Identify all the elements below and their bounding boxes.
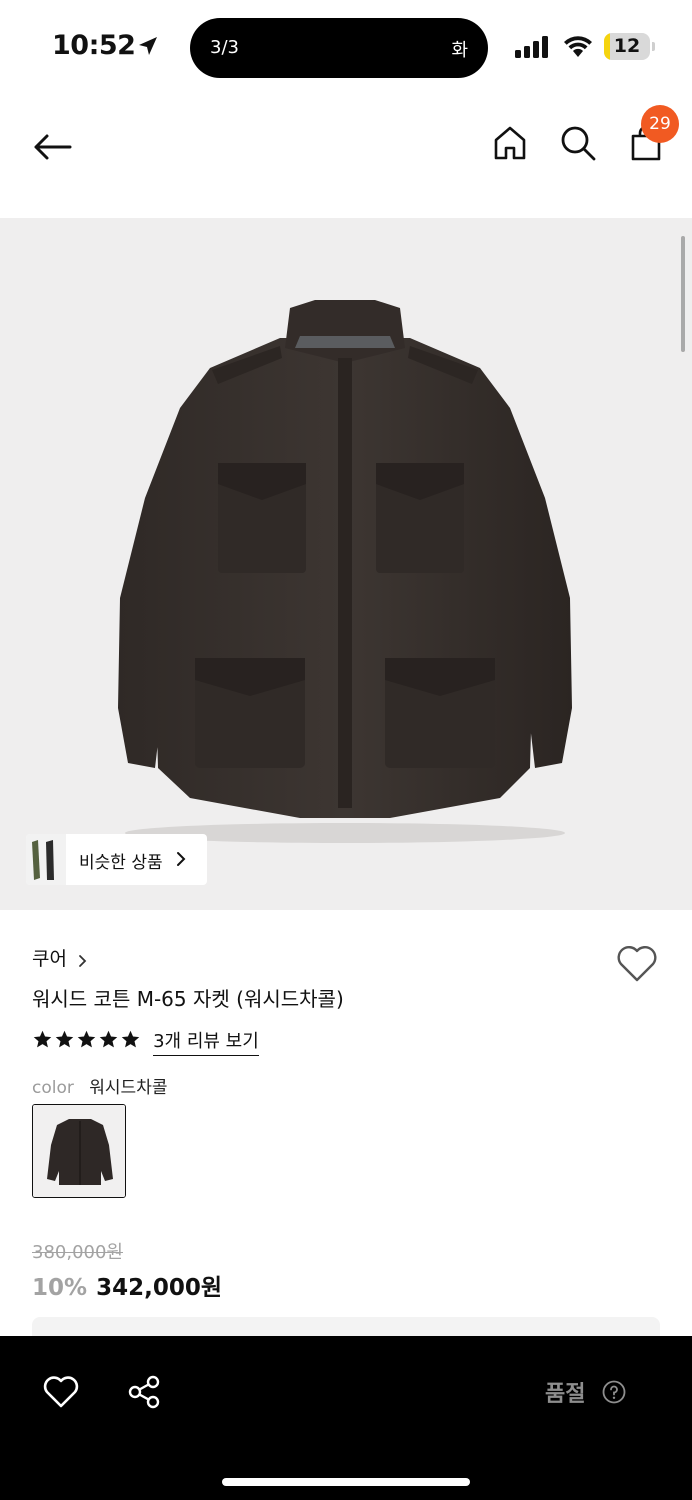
search-icon[interactable] <box>558 123 598 163</box>
wishlist-heart-icon[interactable] <box>614 940 660 986</box>
star-icon <box>99 1030 118 1048</box>
star-icon <box>77 1030 96 1048</box>
similar-products-thumbnail <box>26 834 66 885</box>
star-rating <box>32 1029 142 1054</box>
share-icon[interactable] <box>126 1374 162 1410</box>
sale-price: 342,000원 <box>96 1275 223 1301</box>
brand-name: 쿠어 <box>32 948 67 970</box>
brand-link[interactable]: 쿠어 <box>32 944 88 972</box>
location-arrow-icon <box>139 37 157 55</box>
color-swatch-image <box>33 1105 125 1197</box>
home-icon[interactable] <box>490 123 530 163</box>
discount-rate: 10% <box>32 1275 88 1301</box>
product-photo <box>118 300 572 843</box>
home-indicator[interactable] <box>222 1478 470 1486</box>
wifi-icon <box>564 36 592 57</box>
battery-indicator: 12 <box>604 33 655 60</box>
dynamic-island[interactable]: 3/3 화 <box>190 18 488 78</box>
color-row: color 워시드차콜 <box>32 1073 167 1098</box>
color-label: color <box>32 1078 74 1098</box>
star-icon <box>121 1030 140 1048</box>
product-title: 워시드 코튼 M-65 자켓 (워시드차콜) <box>32 987 344 1011</box>
chevron-right-icon <box>177 852 186 866</box>
island-text: 화 <box>451 40 468 61</box>
color-swatch-selected[interactable] <box>32 1104 126 1198</box>
back-arrow-icon[interactable] <box>30 125 74 169</box>
heart-icon[interactable] <box>42 1374 80 1410</box>
battery-percent: 12 <box>613 35 641 57</box>
scroll-indicator <box>681 236 685 352</box>
review-link[interactable]: 3개 리뷰 보기 <box>153 1027 259 1056</box>
soldout-label: 품절 <box>545 1382 586 1407</box>
bottom-action-bar: 품절 <box>0 1336 692 1500</box>
help-circle-icon[interactable] <box>602 1380 626 1404</box>
similar-products-label: 비슷한 상품 <box>79 853 163 873</box>
status-bar: 10:52 3/3 화 12 <box>0 0 692 95</box>
star-icon <box>33 1030 52 1048</box>
color-value: 워시드차콜 <box>89 1078 168 1098</box>
price-row: 10% 342,000원 <box>32 1268 222 1302</box>
cellular-signal-icon <box>515 36 548 58</box>
island-page-indicator: 3/3 <box>210 37 239 58</box>
star-icon <box>55 1030 74 1048</box>
status-time: 10:52 <box>52 30 136 61</box>
battery-cap <box>652 42 655 51</box>
original-price: 380,000원 <box>32 1242 123 1263</box>
top-navigation <box>0 95 692 218</box>
similar-products-button[interactable]: 비슷한 상품 <box>26 834 207 885</box>
cart-count-badge: 29 <box>641 105 679 143</box>
battery-body: 12 <box>604 33 650 60</box>
rating-row: 3개 리뷰 보기 <box>32 1027 259 1056</box>
product-image-carousel[interactable]: 비슷한 상품 <box>0 218 692 910</box>
chevron-right-icon <box>79 954 87 967</box>
